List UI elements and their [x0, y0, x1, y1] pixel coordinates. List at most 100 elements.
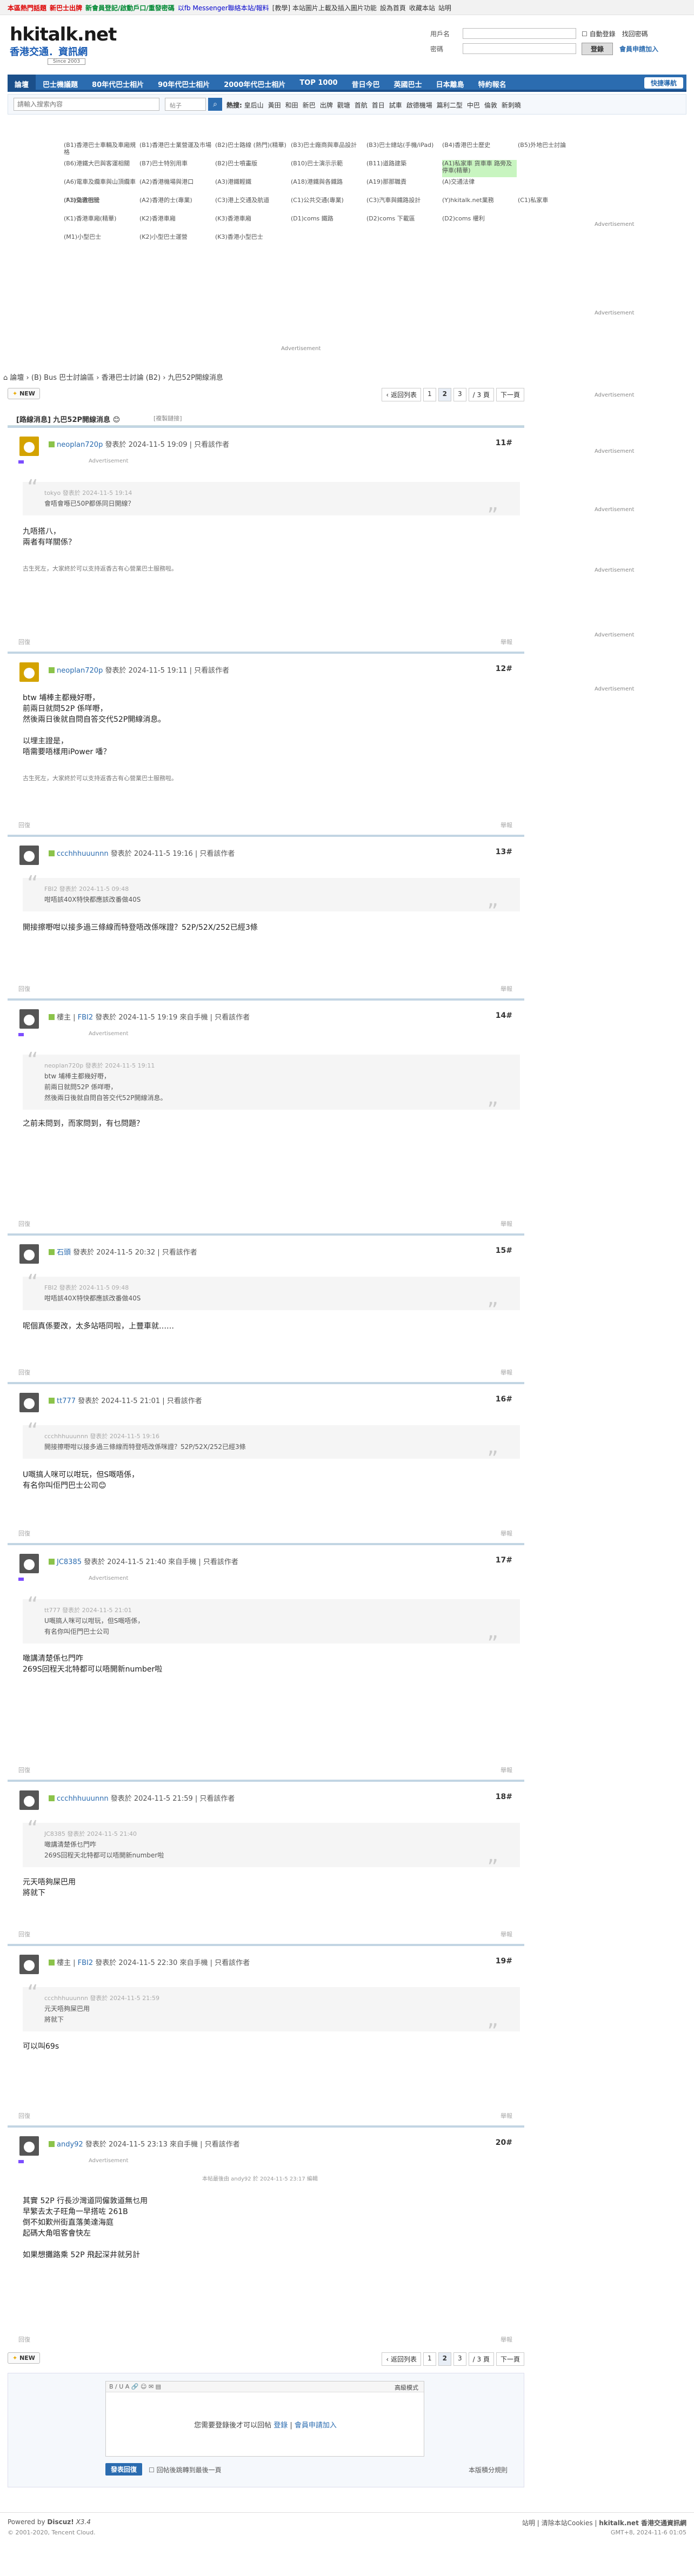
quote-source[interactable]: neoplan720p 發表於 2024-11-5 19:11	[44, 1061, 498, 1071]
forum-link[interactable]: (B1)香港巴士車輛及車廂規格	[64, 142, 138, 159]
reply-link[interactable]: 回復	[18, 984, 30, 993]
forum-link[interactable]: (B1)香港巴士業營運及市場	[139, 142, 214, 159]
hot-search-link[interactable]: 和田	[285, 102, 298, 109]
forum-link[interactable]: (A18)港鐵與各鐵路	[291, 178, 365, 196]
nav-item[interactable]: 論壇	[8, 75, 36, 92]
forum-link[interactable]: (K2)小型巴士運營	[139, 233, 214, 251]
hot-search-link[interactable]: 倫敦	[484, 102, 497, 109]
new-thread-button[interactable]: ✦ NEW	[8, 388, 40, 399]
home-icon[interactable]: ⌂	[3, 374, 10, 382]
nav-item[interactable]: 英國巴士	[387, 75, 429, 89]
hot-search-link[interactable]: 觀塘	[337, 102, 350, 109]
copy-link-button[interactable]: [複製鏈接]	[154, 414, 182, 422]
breadcrumb-item[interactable]: 論壇	[10, 374, 24, 382]
forum-link[interactable]: (B6)港鐵大巴與客運相關	[64, 160, 138, 177]
breadcrumb-item[interactable]: 香港巴士討論 (B2)	[102, 374, 161, 382]
post-floor-number[interactable]: 14#	[496, 1011, 512, 1020]
forum-link[interactable]: (B3)巴士廠商與車品設計	[291, 142, 365, 159]
report-link[interactable]: 舉報	[501, 821, 512, 829]
only-author-link[interactable]: | 只看該作者	[187, 667, 230, 675]
page-link[interactable]: 1	[423, 2352, 436, 2366]
post-author[interactable]: andy92	[57, 2141, 83, 2149]
avatar[interactable]	[19, 1244, 39, 1264]
reply-login-link[interactable]: 登錄	[273, 2421, 288, 2430]
reply-link[interactable]: 回復	[18, 1368, 30, 1377]
post-floor-number[interactable]: 12#	[496, 665, 512, 673]
back-to-list-button[interactable]: ‹ 返回列表	[382, 2352, 422, 2366]
forum-link[interactable]: (C1)私家車	[518, 197, 592, 214]
reply-link[interactable]: 回復	[18, 2335, 30, 2344]
only-author-link[interactable]: | 只看該作者	[187, 441, 230, 449]
report-link[interactable]: 舉報	[501, 984, 512, 993]
forum-link[interactable]: (D1)coms 鐵路	[291, 215, 365, 232]
post-author[interactable]: neoplan720p	[57, 667, 103, 675]
forum-link[interactable]: (D2)coms 下載區	[366, 215, 441, 232]
forum-link[interactable]: (B4)香港巴士歷史	[442, 142, 517, 159]
forgot-password-link[interactable]: 找回密碼	[622, 29, 648, 38]
nav-item[interactable]: 昔日今巴	[345, 75, 387, 89]
jump-last-page-checkbox[interactable]: ☐ 回帖後跳轉到最後一頁	[149, 2465, 222, 2474]
page-link[interactable]: 2	[438, 388, 452, 401]
only-author-link[interactable]: | 只看該作者	[160, 1397, 202, 1405]
forum-link[interactable]: (B11)道路建築	[366, 160, 441, 177]
quick-nav-button[interactable]: 快捷導航	[644, 77, 683, 89]
post-author[interactable]: FBI2	[78, 1014, 94, 1022]
quote-source[interactable]: FBI2 發表於 2024-11-5 09:48	[44, 1283, 498, 1293]
report-link[interactable]: 舉報	[501, 2335, 512, 2344]
topbar-link[interactable]: [教學] 本站圖片上載及插入圖片功能	[272, 4, 377, 12]
report-link[interactable]: 舉報	[501, 1529, 512, 1538]
only-author-link[interactable]: | 只看該作者	[193, 850, 235, 858]
report-link[interactable]: 舉報	[501, 1930, 512, 1938]
username-input[interactable]	[463, 28, 576, 39]
nav-item[interactable]: 2000年代巴士相片	[217, 75, 292, 89]
page-link[interactable]: 2	[438, 2352, 452, 2366]
forum-link[interactable]: (K3)香港小型巴士	[215, 233, 290, 251]
report-link[interactable]: 舉報	[501, 1766, 512, 1774]
forum-link[interactable]: (C3)汽車與鐵路設計	[366, 197, 441, 214]
report-link[interactable]: 舉報	[501, 1219, 512, 1228]
next-page-button[interactable]: 下一頁	[496, 2352, 524, 2366]
forum-link[interactable]: (A3)倫敦巴士	[64, 197, 138, 214]
post-author[interactable]: neoplan720p	[57, 441, 103, 449]
nav-item[interactable]: 巴士機議題	[36, 75, 85, 89]
forum-link[interactable]: (Y)hkitalk.net業務	[442, 197, 517, 214]
quote-source[interactable]: FBI2 發表於 2024-11-5 09:48	[44, 884, 498, 894]
post-floor-number[interactable]: 11#	[496, 439, 512, 447]
hot-search-link[interactable]: 皇后山	[244, 102, 264, 109]
credit-rules-link[interactable]: 本版積分規則	[469, 2465, 508, 2474]
forum-link[interactable]: (K2)香港車廂	[139, 215, 214, 232]
post-author[interactable]: JC8385	[57, 1558, 82, 1566]
discuz-link[interactable]: Discuz!	[47, 2518, 74, 2526]
quote-source[interactable]: ccchhhuuunnn 發表於 2024-11-5 19:16	[44, 1432, 498, 1441]
forum-link[interactable]: (A3)港鐵輕鐵	[215, 178, 290, 196]
reply-link[interactable]: 回復	[18, 2111, 30, 2120]
forum-link[interactable]: (A2)香港機場與港口	[139, 178, 214, 196]
post-floor-number[interactable]: 16#	[496, 1395, 512, 1404]
forum-link[interactable]: (A)交通法律	[442, 178, 517, 196]
password-input[interactable]	[463, 43, 576, 54]
forum-link[interactable]: (B3)巴士總站(手機/iPad)	[366, 142, 441, 159]
forum-link[interactable]: (A2)香港的士(專業)	[139, 197, 214, 214]
reply-link[interactable]: 回復	[18, 1930, 30, 1938]
forum-link[interactable]: (K3)香港車廂	[215, 215, 290, 232]
search-input[interactable]	[14, 98, 159, 111]
page-link[interactable]: 3	[453, 2352, 466, 2366]
advanced-mode-link[interactable]: 高級模式	[395, 2383, 418, 2392]
avatar[interactable]	[19, 662, 39, 682]
forum-link[interactable]: (C3)港上交通及航道	[215, 197, 290, 214]
reply-link[interactable]: 回復	[18, 1219, 30, 1228]
avatar[interactable]	[19, 1955, 39, 1974]
only-author-link[interactable]: | 只看該作者	[155, 1249, 197, 1257]
reply-link[interactable]: 回復	[18, 1529, 30, 1538]
avatar[interactable]	[19, 1393, 39, 1412]
post-floor-number[interactable]: 13#	[496, 848, 512, 856]
avatar[interactable]	[19, 2136, 39, 2156]
post-author[interactable]: tt777	[57, 1397, 76, 1405]
post-author[interactable]: ccchhhuuunnn	[57, 1795, 109, 1803]
next-page-button[interactable]: 下一頁	[496, 388, 524, 401]
topbar-link[interactable]: 站明	[438, 4, 451, 12]
search-type-select[interactable]: 帖子	[165, 98, 206, 111]
reply-link[interactable]: 回復	[18, 638, 30, 646]
topbar-link[interactable]: 本區熱門話題	[8, 4, 46, 12]
forum-link[interactable]: (B10)巴士演示示範	[291, 160, 365, 177]
